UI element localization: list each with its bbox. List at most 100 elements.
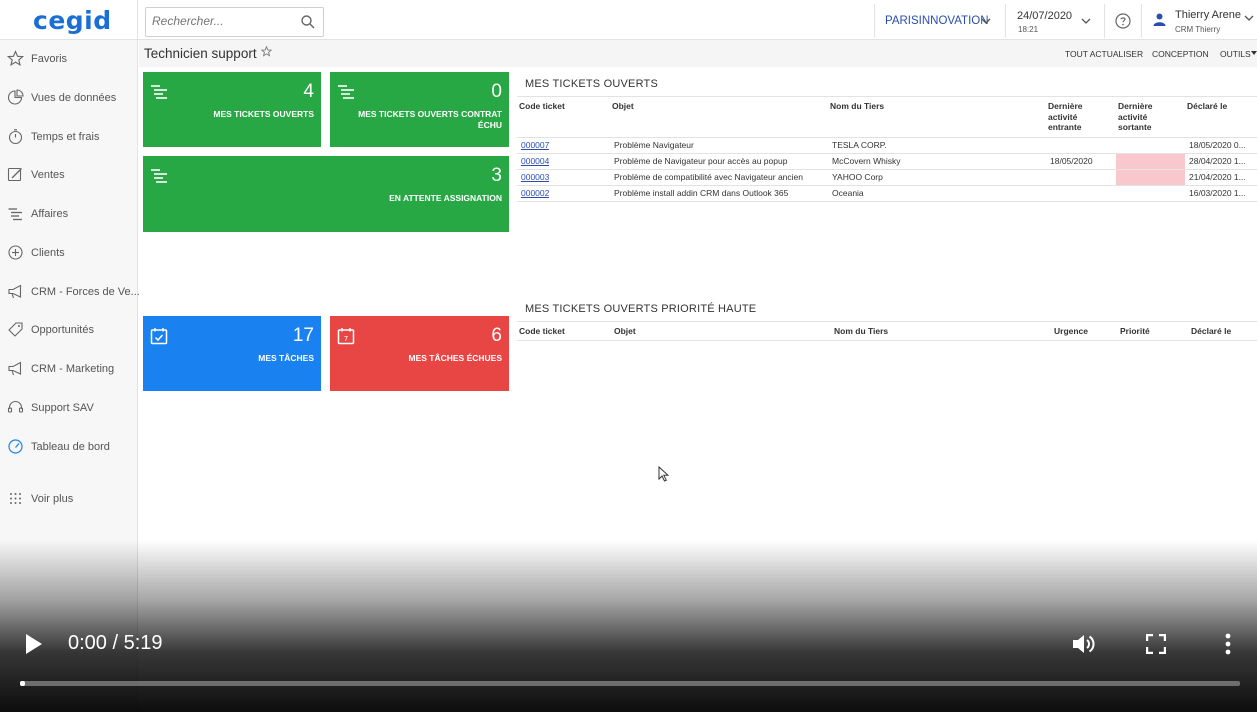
column-header[interactable]: Objet (612, 101, 634, 112)
more-vertical-icon[interactable] (1222, 632, 1234, 656)
sidebar-item-label: Vues de données (31, 92, 117, 104)
column-header[interactable]: Code ticket (519, 326, 565, 337)
high-priority-title: MES TICKETS OUVERTS PRIORITÉ HAUTE (525, 303, 757, 315)
tile-count: 4 (303, 81, 314, 102)
sidebar-item-vues-de-donnees[interactable]: Vues de données (0, 87, 138, 111)
edit-icon (7, 167, 22, 182)
fullscreen-icon[interactable] (1146, 634, 1166, 654)
search-input[interactable] (152, 14, 292, 28)
ticket-declared: 18/05/2020 0... (1189, 140, 1246, 150)
ticket-declared: 28/04/2020 1... (1189, 156, 1246, 166)
video-progress-bar[interactable] (20, 681, 1240, 686)
sidebar-item-tableau-de-bord[interactable]: Tableau de bord (0, 436, 138, 460)
tile-count: 0 (491, 81, 502, 102)
column-header[interactable]: Nom du Tiers (834, 326, 888, 337)
sidebar-item-crm-forces-de-vente[interactable]: CRM - Forces de Ve... (0, 281, 140, 305)
row-divider (517, 201, 1257, 202)
column-header-line: entrante (1048, 122, 1082, 132)
column-header[interactable]: Priorité (1120, 326, 1150, 337)
tile-awaiting-assignment[interactable]: 3 EN ATTENTE ASSIGNATION (143, 156, 509, 232)
column-header-line: activité (1048, 111, 1078, 122)
header-divider (1005, 4, 1006, 38)
user-name[interactable]: Thierry Arene (1175, 9, 1241, 21)
tile-label: EN ATTENTE ASSIGNATION (389, 193, 502, 203)
search-icon[interactable] (300, 14, 316, 30)
header-divider (1141, 4, 1142, 38)
ticket-tier: YAHOO Corp (832, 172, 883, 182)
open-tickets-title: MES TICKETS OUVERTS (525, 78, 658, 90)
tag-icon (8, 322, 23, 337)
favorite-star-icon[interactable] (261, 46, 272, 57)
company-selector[interactable]: PARISINNOVATION (885, 15, 989, 27)
caret-down-icon[interactable] (1251, 51, 1257, 56)
tile-label: MES TÂCHES (258, 353, 314, 363)
tile-expired-contract-tickets[interactable]: 0 MES TICKETS OUVERTS CONTRAT ÉCHU (330, 72, 509, 147)
ticket-last-in: 18/05/2020 (1050, 156, 1093, 166)
header-divider (874, 4, 875, 38)
tile-my-tasks[interactable]: 17 MES TÂCHES (143, 316, 321, 391)
user-company: CRM Thierry (1175, 25, 1221, 34)
column-header[interactable]: Code ticket (519, 101, 565, 112)
megaphone-icon (8, 361, 22, 376)
sidebar-item-favoris[interactable]: Favoris (0, 48, 138, 72)
column-header[interactable]: Dernière activité entrante (1048, 101, 1083, 133)
stopwatch-icon (8, 129, 23, 145)
column-header[interactable]: Objet (614, 326, 636, 337)
tile-count: 6 (491, 325, 502, 346)
refresh-all-button[interactable]: TOUT ACTUALISER (1065, 49, 1143, 59)
volume-icon[interactable] (1071, 632, 1097, 656)
play-icon[interactable] (24, 633, 44, 655)
help-icon[interactable] (1115, 13, 1131, 29)
calendar-icon: 7 (337, 328, 355, 345)
business-time: 18:21 (1018, 25, 1039, 34)
column-header[interactable]: Dernière activité sortante (1118, 101, 1153, 133)
sidebar-item-clients[interactable]: Clients (0, 242, 138, 266)
stack-icon (338, 85, 354, 99)
ticket-code-link[interactable]: 000002 (521, 188, 549, 198)
row-divider (517, 169, 1257, 170)
sidebar-item-ventes[interactable]: Ventes (0, 164, 138, 188)
tile-label: MES TÂCHES ÉCHUES (408, 353, 502, 363)
pie-chart-icon (7, 89, 24, 105)
sidebar-item-temps-et-frais[interactable]: Temps et frais (0, 126, 138, 150)
logo-area: cegid (0, 0, 138, 40)
chevron-down-icon[interactable] (1081, 16, 1091, 26)
grid-dots-icon (10, 493, 21, 504)
business-date[interactable]: 24/07/2020 (1017, 10, 1072, 22)
column-header-line: Dernière (1048, 101, 1083, 111)
column-header[interactable]: Déclaré le (1187, 101, 1227, 112)
gauge-icon (8, 439, 23, 454)
sidebar-item-label: Affaires (31, 208, 69, 220)
chevron-down-icon[interactable] (1244, 13, 1254, 23)
column-header[interactable]: Nom du Tiers (830, 101, 884, 112)
column-header[interactable]: Urgence (1054, 326, 1088, 337)
search-box[interactable] (145, 7, 324, 37)
tile-open-tickets[interactable]: 4 MES TICKETS OUVERTS (143, 72, 321, 147)
tile-label-line: MES TICKETS OUVERTS CONTRAT (358, 109, 502, 119)
ticket-code-link[interactable]: 000003 (521, 172, 549, 182)
sidebar-item-crm-marketing[interactable]: CRM - Marketing (0, 358, 138, 382)
chevron-down-icon[interactable] (981, 16, 991, 26)
cegid-logo[interactable]: cegid (33, 6, 112, 35)
ticket-code-link[interactable]: 000007 (521, 140, 549, 150)
design-button[interactable]: CONCEPTION (1152, 49, 1209, 59)
ticket-code-link[interactable]: 000004 (521, 156, 549, 166)
sidebar-item-affaires[interactable]: Affaires (0, 203, 138, 227)
sidebar-item-label: Tableau de bord (31, 441, 110, 453)
column-header-line: sortante (1118, 122, 1152, 132)
sidebar-item-support-sav[interactable]: Support SAV (0, 397, 138, 421)
svg-text:7: 7 (344, 335, 348, 343)
user-icon[interactable] (1152, 12, 1167, 27)
column-header[interactable]: Déclaré le (1191, 326, 1231, 337)
header-divider (1104, 4, 1105, 38)
tile-label: MES TICKETS OUVERTS (213, 109, 314, 119)
row-divider (517, 185, 1257, 186)
sidebar-item-voir-plus[interactable]: Voir plus (0, 488, 138, 512)
tile-overdue-tasks[interactable]: 7 6 MES TÂCHES ÉCHUES (330, 316, 509, 391)
ticket-object: Problème de Navigateur pour accès au pop… (614, 156, 788, 166)
megaphone-icon (8, 284, 22, 299)
tools-button[interactable]: OUTILS (1220, 49, 1251, 59)
ticket-declared: 21/04/2020 1... (1189, 172, 1246, 182)
row-divider (517, 153, 1257, 154)
sidebar-item-opportunites[interactable]: Opportunités (0, 319, 138, 343)
